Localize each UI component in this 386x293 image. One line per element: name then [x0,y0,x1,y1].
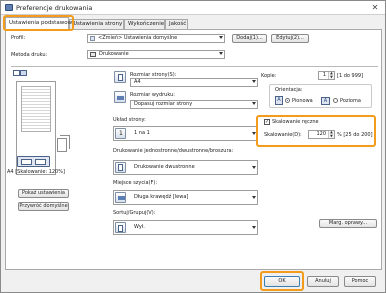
output-size-label: Rozmiar wydruku: [130,92,175,98]
printer-small-icon [90,52,96,57]
landscape-label: Pozioma [340,98,361,104]
page-size-icon [114,71,126,83]
binding-select[interactable]: Długa krawędź [lewa] [113,190,258,205]
page-layout-number: 1 [119,130,123,137]
print-preferences-window: Preferencje drukowania ✕ Ustawienia pods… [0,0,386,293]
spin-arrows-icon[interactable]: ▲ ▼ [328,71,334,79]
output-size-icon [114,91,126,103]
tab-basic-settings[interactable]: Ustawienia podstawowe [5,17,75,29]
title-bar: Preferencje drukowania ✕ [1,1,385,15]
tab-quality[interactable]: Jakość [165,19,188,29]
duplex-label: Drukowanie jednostronne/dwustronne/brosz… [113,148,234,154]
chevron-down-icon [252,80,256,83]
window-title: Preferencje drukowania [16,4,93,12]
duplex-right-page-icon [35,159,46,165]
duplex-icon [115,162,126,173]
landscape-icon: A [321,97,330,105]
page-size-value: A4 [134,79,141,85]
manual-scaling-checkbox[interactable]: ✓ [264,119,270,125]
copies-label: Kopie: [261,73,277,79]
show-settings-button[interactable]: Pokaż ustawienia [18,189,69,198]
page-size-select[interactable]: A4 [130,78,258,87]
profile-icon [90,36,95,41]
preview-caption: A4 [Skalowanie: 120%] [7,169,65,175]
duplex-left-page-icon [21,159,32,165]
page-layout-value: 1 na 1 [134,130,150,136]
section-divider [11,66,378,67]
chevron-down-icon [219,52,223,55]
cancel-button[interactable]: Anuluj [307,276,339,287]
chevron-down-icon [252,132,256,135]
ok-button[interactable]: OK [264,276,300,287]
profile-add-button[interactable]: Dodaj(1)... [232,34,267,43]
binding-value: Długa krawędź [lewa] [134,194,189,200]
duplex-value: Drukowanie dwustronne [134,164,195,170]
chevron-down-icon [252,102,256,105]
preview-layout-icon[interactable] [20,70,27,76]
collate-value: Wył. [134,224,145,230]
output-method-label: Metoda druku: [11,52,48,58]
scaling-range: % [25 do 200] [337,132,373,138]
profile-select[interactable]: <Zmień> Ustawienia domyślne [87,34,225,43]
copies-spinner[interactable]: 1 ▲ ▼ [318,71,335,80]
restore-defaults-button[interactable]: Przywróć domyślne [18,202,69,211]
chevron-down-icon [252,166,256,169]
page-layout-label: Układ strony: [113,117,146,123]
copies-range: [1 do 999] [337,73,364,79]
close-icon[interactable]: ✕ [368,2,382,13]
collate-label: Sortuj/Grupuj(V): [113,210,156,216]
collate-select[interactable]: Wył. [113,220,258,235]
output-method-select[interactable]: Drukowanie [87,50,225,59]
printer-icon [5,4,13,11]
scaling-spinner[interactable]: 120 ▲ ▼ [308,130,335,139]
collate-icon [115,222,126,233]
scaling-label: Skalowanie(D): [264,132,302,138]
binding-label: Miejsce szycia(F): [113,180,158,186]
orientation-group: Orientacja: A Pionowa A Pozioma [269,84,372,108]
spin-arrows-icon[interactable]: ▲ ▼ [328,130,334,138]
chevron-down-icon [252,196,256,199]
binding-icon [115,192,126,203]
orientation-label: Orientacja: [275,87,303,93]
preview-page-icon[interactable] [13,70,20,76]
output-method-value: Drukowanie [99,51,129,57]
help-button[interactable]: Pomoc [344,276,376,287]
tab-page-setup[interactable]: Ustawienia strony [69,19,124,29]
portrait-radio[interactable] [285,98,290,103]
binding-margin-button[interactable]: Marg. oprawy... [319,219,377,228]
tab-finishing[interactable]: Wykończenie [124,19,165,29]
copies-value: 1 [322,72,326,78]
portrait-label: Pionowa [292,98,313,104]
profile-value: <Zmień> Ustawienia domyślne [98,35,178,41]
portrait-icon: A [275,96,283,105]
scaling-value: 120 [316,131,326,137]
chevron-down-icon [252,226,256,229]
tab-content-panel: Profil: <Zmień> Ustawienia domyślne Doda… [5,29,382,270]
duplex-preview-toggle[interactable] [17,156,50,167]
tab-strip: Ustawienia podstawowe Ustawienia strony … [5,17,381,29]
chevron-down-icon [219,36,223,39]
stacked-copies-icon [57,138,67,152]
profile-edit-button[interactable]: Edytuj(2)... [271,34,309,43]
landscape-radio[interactable] [333,98,338,103]
output-size-value: Dopasuj rozmiar strony [134,101,193,107]
manual-scaling-label: Skalowanie ręczne [272,119,319,125]
output-size-select[interactable]: Dopasuj rozmiar strony [130,100,258,109]
page-layout-select[interactable]: 1 1 na 1 [113,126,258,141]
profile-label: Profil: [11,35,26,41]
duplex-select[interactable]: Drukowanie dwustronne [113,160,258,175]
preview-page-content [21,86,51,132]
